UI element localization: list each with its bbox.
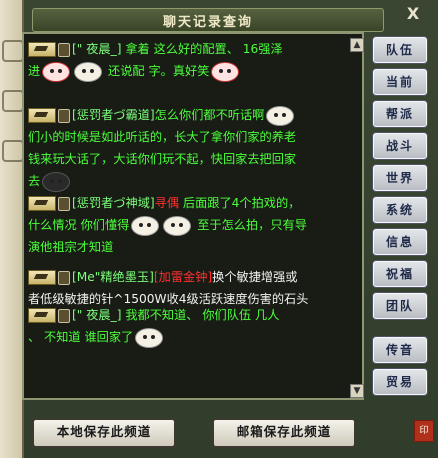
channel-badge-icon [28, 42, 56, 57]
left-decoration [0, 0, 24, 458]
chat-line: [" 夜晨_] 我都不知道、 你们队伍 几人 [28, 304, 358, 326]
channel-button[interactable]: 祝福 [372, 260, 428, 288]
channel-button[interactable]: 信息 [372, 228, 428, 256]
chat-line: [Me"精绝墨玉][加雷金钟]换个敏捷增强或 [28, 266, 358, 288]
chat-line: [" 夜晨_] 拿着 这么好的配置、 16强泽 [28, 38, 358, 60]
window-title: 聊天记录查询 [162, 15, 253, 30]
chat-line: 、 不知道 谁回家了 [28, 326, 358, 348]
chat-message: [" 夜晨_] 我都不知道、 你们队伍 几人、 不知道 谁回家了 [28, 304, 358, 348]
chat-line: 们小的时候是如此听话的，长大了拿你们家的养老 [28, 126, 358, 148]
channel-button[interactable]: 战斗 [372, 132, 428, 160]
chat-line: [惩罚者づ神域]寻偶 后面跟了4个拍戏的， [28, 192, 358, 214]
scrollbar[interactable]: ▲ ▼ [350, 36, 364, 400]
lock-icon [58, 42, 70, 57]
message-text: 、 不知道 谁回家了 [28, 330, 134, 344]
lock-icon [58, 196, 70, 211]
message-text: 拿着 这么好的配置、 16强泽 [125, 42, 283, 56]
message-text: 们小的时候是如此听话的，长大了拿你们家的养老 [28, 130, 297, 144]
chat-message: [惩罚者づ神域]寻偶 后面跟了4个拍戏的， 什么情况 你们懂得 至于怎么拍，只有导… [28, 192, 358, 258]
message-text: [加雷金钟] [153, 270, 213, 284]
chat-line: 演他祖宗才知道 [28, 236, 358, 258]
close-button[interactable]: X [402, 4, 424, 24]
channel-button[interactable]: 世界 [372, 164, 428, 192]
decoration-glyph [2, 40, 24, 62]
chat-log: [" 夜晨_] 拿着 这么好的配置、 16强泽进 还说配 字。真好笑 [惩罚者づ霸… [22, 32, 364, 400]
lock-icon [58, 108, 70, 123]
message-text: 换个敏捷增强或 [212, 270, 298, 284]
message-text: 至于怎么拍，只有导 [193, 218, 307, 232]
save-local-button[interactable]: 本地保存此频道 [32, 418, 176, 448]
scroll-down-icon[interactable]: ▼ [350, 384, 364, 398]
channel-button[interactable]: 当前 [372, 68, 428, 96]
sender-name[interactable]: [" 夜晨_] [72, 308, 125, 322]
emoticon-icon [211, 61, 240, 82]
title-bar: 聊天记录查询 [32, 8, 384, 32]
decoration-glyph [2, 90, 24, 112]
chat-history-window: 聊天记录查询 X [" 夜晨_] 拿着 这么好的配置、 16强泽进 还说配 字。… [0, 0, 438, 458]
emoticon-icon [131, 215, 160, 236]
chat-line: 进 还说配 字。真好笑 [28, 60, 358, 82]
sender-name[interactable]: [惩罚者づ霸道] [72, 108, 155, 122]
channel-badge-icon [28, 108, 56, 123]
chat-message: [惩罚者づ霸道]怎么你们都不听话啊们小的时候是如此听话的，长大了拿你们家的养老钱… [28, 104, 358, 192]
message-text: 我都不知道、 你们队伍 几人 [125, 308, 280, 322]
channel-button[interactable]: 帮派 [372, 100, 428, 128]
decoration-glyph [2, 140, 24, 162]
sender-name[interactable]: [Me"精绝墨玉] [72, 270, 154, 284]
channel-button[interactable]: 传音 [372, 336, 428, 364]
channel-button[interactable]: 团队 [372, 292, 428, 320]
scroll-up-icon[interactable]: ▲ [350, 38, 364, 52]
channel-button[interactable]: 系统 [372, 196, 428, 224]
message-text: 钱来玩大话了，大话你们玩不起，快回家去把回家 [28, 152, 297, 166]
emoticon-icon [42, 61, 71, 82]
emoticon-icon [135, 327, 164, 348]
chat-line: 去 [28, 170, 358, 192]
lock-icon [58, 270, 70, 285]
chat-message: [" 夜晨_] 拿着 这么好的配置、 16强泽进 还说配 字。真好笑 [28, 38, 358, 82]
message-text: 还说配 字。真好笑 [104, 64, 210, 78]
chat-line: 钱来玩大话了，大话你们玩不起，快回家去把回家 [28, 148, 358, 170]
lock-icon [58, 308, 70, 323]
message-text: 后面跟了4个拍戏的， [179, 196, 301, 210]
message-text: 怎么你们都不听话啊 [154, 108, 265, 122]
channel-badge-icon [28, 270, 56, 285]
sender-name[interactable]: [惩罚者づ神域] [72, 196, 155, 210]
emoticon-icon [163, 215, 192, 236]
channel-badge-icon [28, 196, 56, 211]
channel-button[interactable]: 贸易 [372, 368, 428, 396]
chat-line: [惩罚者づ霸道]怎么你们都不听话啊 [28, 104, 358, 126]
message-text: 演他祖宗才知道 [28, 240, 114, 254]
message-text: 寻偶 [154, 196, 180, 210]
sender-name[interactable]: [" 夜晨_] [72, 42, 125, 56]
message-text: 进 [28, 64, 41, 78]
save-mail-button[interactable]: 邮箱保存此频道 [212, 418, 356, 448]
emoticon-icon [266, 105, 295, 126]
message-text: 什么情况 你们懂得 [28, 218, 130, 232]
seal-stamp: 印 [414, 420, 434, 442]
channel-button[interactable]: 队伍 [372, 36, 428, 64]
channel-badge-icon [28, 308, 56, 323]
emoticon-icon [42, 171, 71, 192]
message-text: 去 [28, 174, 41, 188]
emoticon-icon [74, 61, 103, 82]
chat-line: 什么情况 你们懂得 至于怎么拍，只有导 [28, 214, 358, 236]
